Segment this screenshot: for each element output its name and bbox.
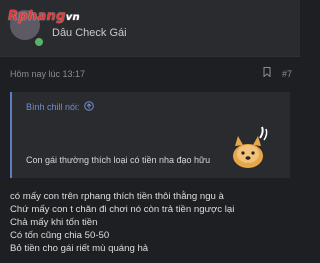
post-number[interactable]: #7 (282, 69, 292, 79)
message-line: Bỏ tiền cho gái riết mù quáng hả (10, 243, 149, 254)
quote-text: Con gái thường thích loại có tiền nha đạ… (26, 155, 211, 165)
bookmark-icon[interactable] (263, 67, 271, 77)
doge-sticker-icon (233, 126, 268, 168)
divider (0, 56, 300, 57)
logo-text: Rphang (8, 9, 66, 24)
message-body: có mấy con trên rphang thích tiền thôi t… (10, 190, 294, 255)
message-line: Chả mấy khi tốn tiền (10, 217, 98, 228)
site-logo: Rphangvn (8, 9, 80, 24)
message-line: Chứ mấy con t chăn đi chơi nó còn trả ti… (10, 204, 235, 215)
quote-block: Bình chill nói: Con gái thường thích loạ… (10, 92, 290, 178)
message-line: có mấy con trên rphang thích tiền thôi t… (10, 191, 224, 202)
quote-author[interactable]: Bình chill nói: (26, 102, 80, 112)
user-card: Rphangvn Dâu Check Gái (0, 0, 300, 56)
post-time[interactable]: Hôm nay lúc 13:17 (10, 69, 85, 79)
go-to-original-icon[interactable] (84, 101, 94, 111)
logo-suffix: vn (65, 12, 80, 23)
message-line: Có tốn cũng chia 50-50 (10, 230, 110, 241)
online-status-icon (34, 37, 44, 47)
user-title: Dâu Check Gái (52, 27, 127, 39)
